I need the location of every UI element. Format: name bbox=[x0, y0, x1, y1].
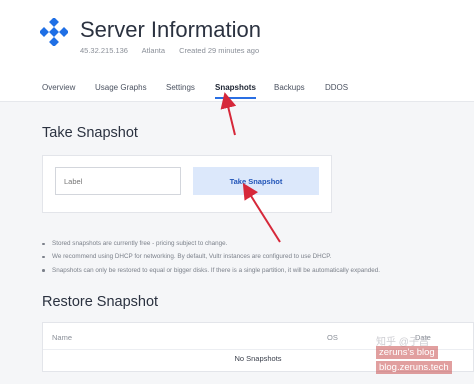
annotation-arrows bbox=[220, 92, 281, 243]
arrow-to-take-snapshot-button bbox=[242, 182, 281, 243]
blog-watermark-title: zeruns's blog bbox=[376, 346, 438, 359]
blog-watermark-url: blog.zeruns.tech bbox=[376, 361, 452, 374]
arrow-to-snapshots-tab bbox=[220, 92, 237, 136]
